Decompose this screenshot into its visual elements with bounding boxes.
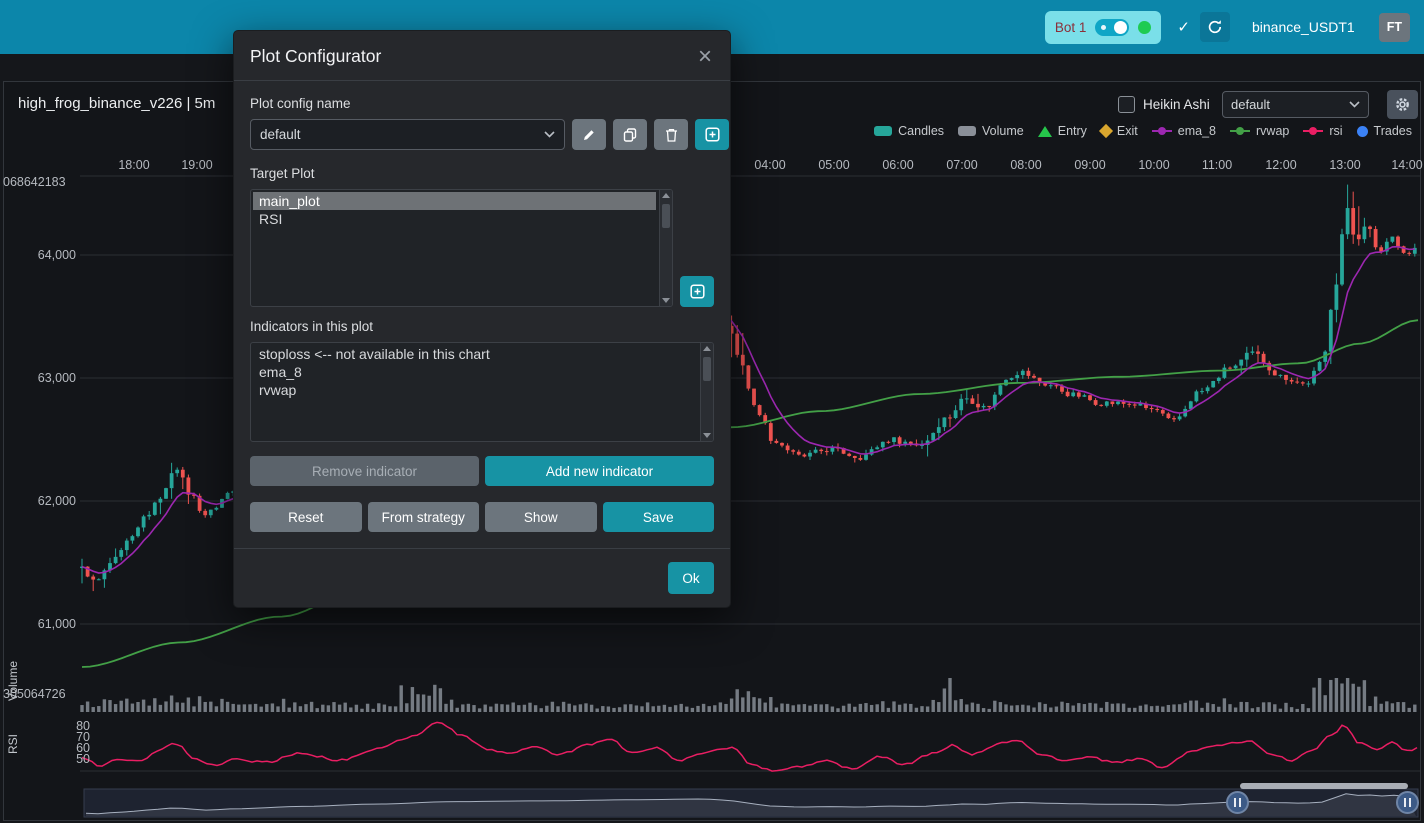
plot-config-select-value: default — [260, 127, 301, 142]
pause-icon — [1404, 798, 1406, 807]
modal-body: Plot config name default — [234, 81, 730, 548]
legend-item-trades[interactable]: Trades — [1357, 124, 1412, 138]
toggle-knob — [1114, 21, 1127, 34]
legend-item-candles[interactable]: Candles — [874, 124, 944, 138]
pencil-icon — [582, 128, 596, 142]
indicator-list[interactable]: stoploss <-- not available in this chart… — [250, 342, 714, 442]
gear-icon — [1394, 96, 1411, 113]
close-icon[interactable]: × — [698, 47, 712, 67]
chart-legend: Candles Volume Entry Exit ema_8 rvwap rsi Trade… — [874, 124, 1412, 138]
duplicate-config-button[interactable] — [613, 119, 647, 150]
plot-config-dropdown-value: default — [1231, 97, 1270, 112]
modal-footer: Ok — [234, 548, 730, 607]
check-icon: ✓ — [1177, 18, 1190, 36]
navigator-right-handle[interactable] — [1396, 791, 1419, 814]
bot-toggle[interactable] — [1095, 19, 1129, 36]
reset-button[interactable]: Reset — [250, 502, 362, 532]
chevron-down-icon — [544, 131, 555, 138]
indicator-item[interactable]: stoploss <-- not available in this chart — [253, 345, 697, 363]
legend-item-volume[interactable]: Volume — [958, 124, 1024, 138]
add-config-button[interactable] — [695, 119, 729, 150]
trash-icon — [665, 128, 678, 142]
plot-configurator-modal: Plot Configurator × Plot config name def… — [233, 30, 731, 608]
copy-icon — [623, 128, 637, 142]
list-scrollbar[interactable] — [700, 343, 713, 441]
add-indicator-button[interactable]: Add new indicator — [485, 456, 714, 486]
target-plot-list[interactable]: main_plotRSI — [250, 189, 673, 307]
ok-button[interactable]: Ok — [668, 562, 714, 594]
legend-item-ema_8[interactable]: ema_8 — [1152, 124, 1216, 138]
remove-indicator-button[interactable]: Remove indicator — [250, 456, 479, 486]
save-button[interactable]: Save — [603, 502, 715, 532]
scrollbar-thumb[interactable] — [703, 357, 711, 381]
plot-config-name-label: Plot config name — [250, 96, 714, 111]
indicator-item[interactable]: ema_8 — [253, 363, 697, 381]
horizontal-scrollbar[interactable] — [1240, 783, 1408, 789]
scroll-down-icon[interactable] — [703, 433, 711, 438]
legend-label: Volume — [982, 124, 1024, 138]
toggle-dot-icon — [1101, 25, 1106, 30]
heikin-ashi-control[interactable]: Heikin Ashi — [1118, 96, 1210, 113]
legend-label: Exit — [1117, 124, 1138, 138]
target-plot-item[interactable]: main_plot — [253, 192, 656, 210]
scroll-up-icon[interactable] — [703, 346, 711, 351]
legend-label: rvwap — [1256, 124, 1289, 138]
indicator-item[interactable]: rvwap — [253, 381, 697, 399]
scroll-down-icon[interactable] — [662, 298, 670, 303]
delete-config-button[interactable] — [654, 119, 688, 150]
ft-logo-button[interactable]: FT — [1379, 13, 1410, 42]
legend-item-rsi[interactable]: rsi — [1303, 124, 1342, 138]
target-plot-label: Target Plot — [250, 166, 714, 181]
rsi-line-icon — [1303, 130, 1323, 132]
legend-label: Trades — [1374, 124, 1412, 138]
bot-selector[interactable]: Bot 1 — [1045, 11, 1162, 44]
add-target-plot-button[interactable] — [680, 276, 714, 307]
pause-icon — [1234, 798, 1236, 807]
list-scrollbar[interactable] — [659, 190, 672, 306]
scroll-up-icon[interactable] — [662, 193, 670, 198]
legend-item-exit[interactable]: Exit — [1101, 124, 1138, 138]
target-plot-item[interactable]: RSI — [253, 210, 656, 228]
rename-config-button[interactable] — [572, 119, 606, 150]
entry-triangle-icon — [1038, 126, 1052, 137]
legend-item-entry[interactable]: Entry — [1038, 124, 1087, 138]
exit-diamond-icon — [1099, 124, 1113, 138]
chevron-down-icon — [1349, 101, 1360, 108]
heikin-ashi-label: Heikin Ashi — [1143, 97, 1210, 112]
from-strategy-button[interactable]: From strategy — [368, 502, 480, 532]
legend-label: rsi — [1329, 124, 1342, 138]
legend-label: Entry — [1058, 124, 1087, 138]
plot-config-dropdown[interactable]: default — [1222, 91, 1369, 118]
add-square-icon — [705, 127, 720, 142]
legend-label: Candles — [898, 124, 944, 138]
refresh-icon — [1207, 19, 1223, 35]
modal-title: Plot Configurator — [250, 46, 381, 67]
show-button[interactable]: Show — [485, 502, 597, 532]
scrollbar-thumb[interactable] — [662, 204, 670, 228]
pair-label: binance_USDT1 — [1252, 19, 1355, 35]
plot-config-select[interactable]: default — [250, 119, 565, 150]
modal-header: Plot Configurator × — [234, 31, 730, 81]
legend-item-rvwap[interactable]: rvwap — [1230, 124, 1289, 138]
volume-swatch-icon — [958, 126, 976, 136]
ema8-line-icon — [1152, 130, 1172, 132]
strategy-title: high_frog_binance_v226 | 5m — [18, 95, 215, 112]
chart-settings-button[interactable] — [1387, 90, 1418, 119]
heikin-ashi-checkbox[interactable] — [1118, 96, 1135, 113]
rvwap-line-icon — [1230, 130, 1250, 132]
bot-online-indicator — [1138, 21, 1151, 34]
trades-circle-icon — [1357, 126, 1368, 137]
add-square-icon — [690, 284, 705, 299]
legend-label: ema_8 — [1178, 124, 1216, 138]
reload-button[interactable] — [1200, 12, 1230, 42]
indicators-label: Indicators in this plot — [250, 319, 714, 334]
bot-name-label: Bot 1 — [1055, 20, 1087, 35]
navigator-left-handle[interactable] — [1226, 791, 1249, 814]
candles-swatch-icon — [874, 126, 892, 136]
